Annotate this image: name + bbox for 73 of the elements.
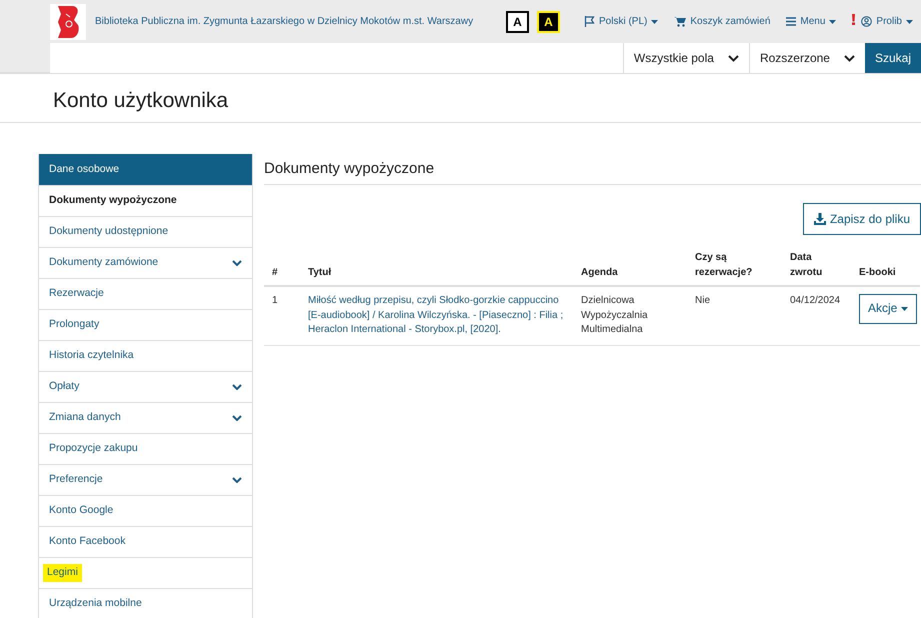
item-label: Historia czytelnika	[49, 348, 134, 364]
caret-icon	[651, 20, 658, 24]
item-label: Konto Google	[49, 503, 114, 518]
menu-icon	[786, 17, 796, 26]
chevron-down-icon	[728, 54, 739, 62]
item-label: Legimi	[43, 564, 82, 582]
caret-icon	[901, 306, 908, 311]
item-label: Opłaty	[49, 379, 80, 394]
sidebar-item[interactable]: Konto Facebook	[39, 526, 252, 558]
chevron-down-icon	[844, 54, 855, 62]
sidebar-item[interactable]: Opłaty	[39, 371, 252, 402]
reservations-cell: Nie	[687, 286, 782, 346]
nav-link[interactable]: Prolib	[861, 14, 913, 29]
search-dropdown[interactable]: Wszystkie pola	[622, 43, 749, 73]
nav-link[interactable]: Koszyk zamówień	[674, 14, 770, 29]
library-logo[interactable]	[50, 4, 86, 40]
caret-icon	[829, 20, 836, 24]
download-icon	[814, 213, 826, 226]
search-dropdown[interactable]: Rozszerzone	[748, 43, 865, 73]
item-label: Dane osobowe	[49, 162, 120, 177]
sidebar-item[interactable]: Prolongaty	[39, 309, 252, 340]
caret-icon	[906, 20, 913, 24]
column-header: Data zwrotu	[782, 245, 851, 286]
column-header: Tytuł	[300, 245, 573, 286]
chevron-down-icon	[232, 477, 242, 484]
actions-button[interactable]: Akcje	[859, 294, 918, 324]
search-field[interactable]	[50, 43, 623, 73]
sidebar-item[interactable]: Dokumenty wypożyczone	[39, 185, 252, 216]
sidebar-item[interactable]: Propozycje zakupu	[39, 433, 252, 464]
title-link[interactable]: Miłość według przepisu, czyli Słodko-gorzkie cappuccino [E-audiobook] / Karolina Wilczyńska. - [Piaseczno] : Filia ; Heraclon International - Storybox.pl, [2020].	[308, 294, 565, 338]
sidebar-item[interactable]: Rezerwacje	[39, 278, 252, 310]
item-label: Urządzenia mobilne	[49, 596, 142, 612]
item-label: Zmiana danych	[49, 410, 121, 426]
search-button[interactable]: Szukaj	[864, 43, 921, 73]
nav-link[interactable]: Menu	[786, 14, 836, 29]
sidebar-item[interactable]: Legimi	[39, 557, 252, 588]
item-label: Propozycje zakupu	[49, 441, 138, 456]
sidebar-item[interactable]: Historia czytelnika	[39, 340, 252, 372]
item-label: Prolongaty	[49, 317, 100, 332]
chevron-down-icon	[232, 415, 242, 422]
sidebar-item[interactable]: Konto Google	[39, 495, 252, 526]
item-label: Konto Facebook	[49, 534, 126, 550]
item-label: Dokumenty udostępnione	[49, 224, 168, 240]
sidebar-item[interactable]: Dane osobowe	[39, 154, 252, 186]
chevron-down-icon	[232, 384, 242, 390]
column-header: #	[264, 245, 300, 286]
page-title: Konto użytkownika	[0, 74, 921, 124]
column-header: Czy są rezerwacje?	[687, 245, 782, 286]
item-label: Dokumenty zamówione	[49, 255, 158, 270]
due-date-cell: 04/12/2024	[782, 286, 851, 346]
sidebar-item[interactable]: Dokumenty zamówione	[39, 247, 252, 278]
sidebar-item[interactable]: Urządzenia mobilne	[39, 588, 252, 618]
column-header: Agenda	[573, 245, 687, 286]
sidebar-item[interactable]: Preferencje	[39, 464, 252, 496]
library-name-link[interactable]: Biblioteka Publiczna im. Zygmunta Łazarskiego w Dzielnicy Mokotów m.st. Warszawy	[95, 14, 474, 29]
item-label: Dokumenty wypożyczone	[49, 193, 177, 208]
section-title: Dokumenty wypożyczone	[264, 154, 921, 186]
save-to-file-button[interactable]: Zapisz do pliku	[802, 203, 921, 236]
cart-icon	[674, 16, 686, 27]
nav-link[interactable]: Polski (PL)	[584, 14, 658, 29]
sidebar-item[interactable]: Zmiana danych	[39, 402, 252, 434]
row-number: 1	[264, 286, 300, 346]
column-header: E-booki	[851, 245, 920, 286]
agenda-cell: Dzielnicowa Wypożyczalnia Multimedialna	[573, 286, 687, 346]
logo-icon	[56, 6, 80, 38]
item-label: Preferencje	[49, 472, 103, 488]
user-icon	[861, 16, 872, 27]
sidebar-item[interactable]: Dokumenty udostępnione	[39, 216, 252, 248]
chevron-down-icon	[232, 260, 242, 266]
item-label: Rezerwacje	[49, 286, 104, 302]
flag-icon	[584, 16, 596, 27]
contrast-button[interactable]: A	[506, 10, 530, 32]
contrast-button[interactable]: A	[537, 10, 560, 32]
